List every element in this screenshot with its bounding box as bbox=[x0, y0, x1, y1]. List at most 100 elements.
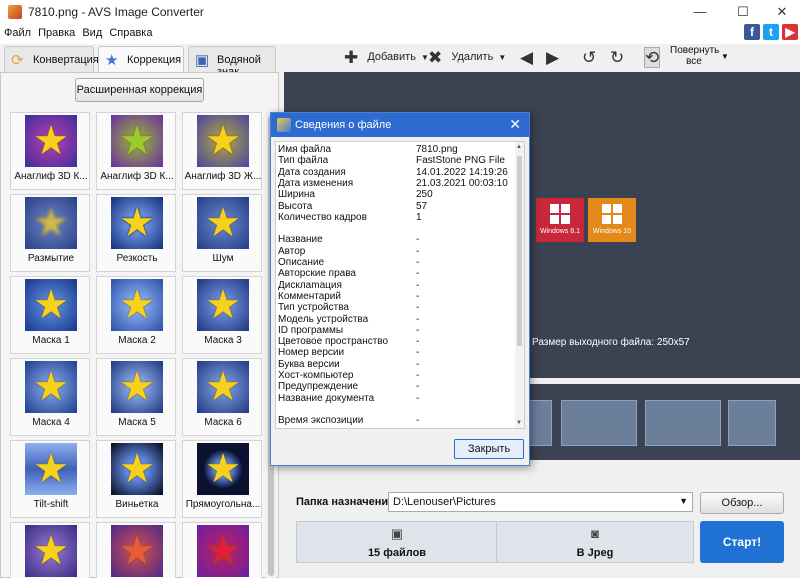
tab-correction-label: Коррекция bbox=[127, 54, 182, 66]
effect-tile[interactable]: ★ Виньетка bbox=[96, 440, 176, 518]
effect-tile[interactable]: ★ bbox=[182, 522, 262, 578]
destination-label: Папка назначения: bbox=[296, 496, 399, 508]
arrow-left-icon: ◀ bbox=[520, 48, 534, 67]
rotate-all-text-2: все bbox=[686, 56, 702, 67]
chevron-down-icon[interactable]: ▼ bbox=[721, 52, 729, 61]
tab-watermark[interactable]: ▣ Водяной знак bbox=[188, 46, 276, 78]
delete-button[interactable]: ✖ Удалить ▼ bbox=[428, 48, 506, 68]
preview-tile-windows-81: Windows 8.1 bbox=[536, 198, 584, 242]
effect-label: Прямоугольна... bbox=[185, 499, 261, 510]
info-value: - bbox=[416, 347, 420, 359]
effect-tile[interactable]: ★ Анаглиф 3D К... bbox=[96, 112, 176, 190]
effect-tile[interactable]: ★ Шум bbox=[182, 194, 262, 272]
menu-view[interactable]: Вид bbox=[78, 24, 102, 39]
dialog-icon bbox=[277, 118, 291, 132]
info-value: - bbox=[416, 415, 420, 427]
youtube-icon[interactable]: ▶ bbox=[782, 24, 798, 40]
arrow-right-icon: ▶ bbox=[546, 48, 560, 67]
effect-tile[interactable]: ★ Маска 2 bbox=[96, 276, 176, 354]
effect-tile[interactable]: ★ Анаглиф 3D К... bbox=[10, 112, 90, 190]
effect-tile[interactable]: ★ Маска 4 bbox=[10, 358, 90, 436]
file-thumbnail[interactable] bbox=[528, 400, 552, 446]
effects-grid: ★ Анаглиф 3D К... ★ Анаглиф 3D К... ★ Анагл… bbox=[10, 112, 262, 578]
destination-path-select[interactable]: D:\Lenouser\Pictures ▼ bbox=[388, 492, 693, 512]
star-icon: ★ bbox=[33, 119, 69, 163]
info-value: - bbox=[416, 302, 420, 314]
menu-file[interactable]: Файл bbox=[0, 24, 31, 39]
menu-help[interactable]: Справка bbox=[105, 24, 152, 39]
step-format[interactable]: ◙ В Jpeg bbox=[496, 521, 694, 563]
next-button[interactable]: ▶ bbox=[546, 48, 559, 68]
info-key: Ширина bbox=[278, 189, 315, 201]
effect-tile[interactable]: ★ Прямоугольна... bbox=[182, 440, 262, 518]
step-files[interactable]: ▣ 15 файлов bbox=[296, 521, 498, 563]
info-value: 7810.png bbox=[416, 144, 458, 155]
info-key: Автор bbox=[278, 245, 306, 257]
dialog-scrollbar[interactable]: ▲ ▼ bbox=[515, 142, 524, 428]
browse-button[interactable]: Обзор... bbox=[700, 492, 784, 514]
effect-tile[interactable]: ★ Маска 1 bbox=[10, 276, 90, 354]
minimize-button[interactable]: — bbox=[690, 3, 710, 21]
windows-logo-icon bbox=[550, 204, 570, 224]
effect-tile[interactable]: ★ Tilt-shift bbox=[10, 440, 90, 518]
title-bar: 7810.png - AVS Image Converter — ☐ ✕ bbox=[0, 0, 800, 24]
advanced-correction-button[interactable]: Расширенная коррекция bbox=[75, 78, 204, 102]
effect-label: Маска 4 bbox=[32, 417, 70, 428]
effect-tile[interactable]: ★ Резкость bbox=[96, 194, 176, 272]
rotate-all-button[interactable]: ⟲ bbox=[644, 47, 661, 68]
info-key: Название документа bbox=[278, 392, 375, 404]
prev-button[interactable]: ◀ bbox=[520, 48, 533, 68]
effect-tile[interactable]: ★ Анаглиф 3D Ж... bbox=[182, 112, 262, 190]
close-button[interactable]: ✕ bbox=[772, 3, 792, 21]
format-label: В Jpeg bbox=[576, 547, 614, 559]
info-value: - bbox=[416, 324, 420, 336]
info-key: Номер версии bbox=[278, 347, 345, 359]
scroll-down-icon[interactable]: ▼ bbox=[516, 420, 522, 426]
info-key: Модель устройства bbox=[278, 313, 369, 325]
rotate-left-button[interactable]: ↺ bbox=[582, 48, 596, 68]
effect-tile[interactable]: ★ bbox=[96, 522, 176, 578]
info-key: Буква версии bbox=[278, 358, 340, 370]
dialog-close-icon[interactable]: ✕ bbox=[509, 116, 521, 133]
star-icon: ★ bbox=[119, 119, 155, 163]
output-size-label: Размер выходного файла: 250x57 bbox=[532, 337, 690, 348]
facebook-icon[interactable]: f bbox=[744, 24, 760, 40]
file-info-dialog: Сведения о файле ✕ Имя файла 7810.png Тип … bbox=[270, 112, 530, 466]
effect-label: Анаглиф 3D Ж... bbox=[184, 171, 262, 182]
tab-correction[interactable]: ★ Коррекция bbox=[98, 46, 184, 72]
maximize-button[interactable]: ☐ bbox=[733, 3, 753, 21]
info-value: - bbox=[416, 336, 420, 348]
info-key: Цветовое пространство bbox=[278, 336, 389, 348]
info-value: FastStone PNG File bbox=[416, 155, 505, 167]
destination-path: D:\Lenouser\Pictures bbox=[393, 496, 496, 508]
dialog-close-button[interactable]: Закрыть bbox=[454, 439, 524, 459]
effect-tile[interactable]: ★ bbox=[10, 522, 90, 578]
info-value: 57 bbox=[416, 200, 428, 212]
effect-tile[interactable]: ★ Маска 6 bbox=[182, 358, 262, 436]
scroll-up-icon[interactable]: ▲ bbox=[516, 144, 522, 150]
info-key: Имя файла bbox=[278, 144, 332, 155]
info-key: Описание bbox=[278, 257, 325, 268]
info-key: Авторские права bbox=[278, 268, 356, 280]
rotate-left-icon: ↺ bbox=[582, 48, 597, 67]
file-thumbnail[interactable] bbox=[728, 400, 776, 446]
menu-bar: Файл Правка Вид Справка bbox=[0, 24, 800, 44]
tab-convert[interactable]: ⟳ Конвертация bbox=[4, 46, 99, 72]
files-count: 15 файлов bbox=[367, 547, 427, 559]
file-thumbnail[interactable] bbox=[561, 400, 637, 446]
start-button[interactable]: Старт! bbox=[700, 521, 784, 563]
windows-logo-icon bbox=[602, 204, 622, 224]
effect-tile[interactable]: ★ Маска 5 bbox=[96, 358, 176, 436]
effect-tile[interactable]: ★ Маска 3 bbox=[182, 276, 262, 354]
file-thumbnail[interactable] bbox=[645, 400, 721, 446]
info-value: - bbox=[416, 279, 420, 291]
effect-tile[interactable]: ★ Размытие bbox=[10, 194, 90, 272]
twitter-icon[interactable]: t bbox=[763, 24, 779, 40]
rotate-all-label[interactable]: Повернуть все bbox=[670, 45, 719, 67]
scrollbar-thumb[interactable] bbox=[517, 156, 522, 346]
menu-edit[interactable]: Правка bbox=[34, 24, 75, 39]
effect-label: Маска 6 bbox=[204, 417, 242, 428]
info-key: Количество кадров bbox=[278, 211, 367, 223]
rotate-right-button[interactable]: ↻ bbox=[610, 48, 624, 68]
add-button[interactable]: ✚ Добавить ▼ bbox=[344, 48, 429, 68]
